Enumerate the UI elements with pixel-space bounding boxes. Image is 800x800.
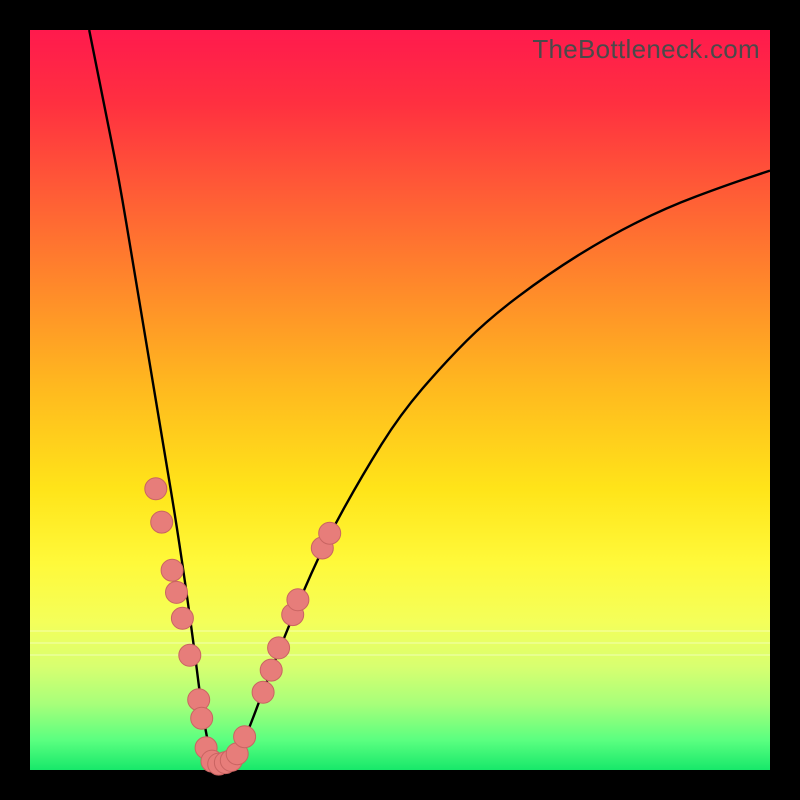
watermark-text: TheBottleneck.com <box>532 34 760 65</box>
data-marker <box>260 659 282 681</box>
data-marker <box>268 637 290 659</box>
data-marker <box>287 589 309 611</box>
data-marker <box>171 607 193 629</box>
data-marker <box>319 522 341 544</box>
plot-area: TheBottleneck.com <box>30 30 770 770</box>
data-marker <box>252 681 274 703</box>
bottleneck-chart <box>30 30 770 770</box>
data-marker <box>161 559 183 581</box>
data-marker <box>234 726 256 748</box>
data-marker <box>166 581 188 603</box>
data-marker <box>151 511 173 533</box>
data-marker <box>179 644 201 666</box>
curve-markers <box>145 478 341 775</box>
chart-frame: TheBottleneck.com <box>0 0 800 800</box>
data-marker <box>145 478 167 500</box>
data-marker <box>191 707 213 729</box>
